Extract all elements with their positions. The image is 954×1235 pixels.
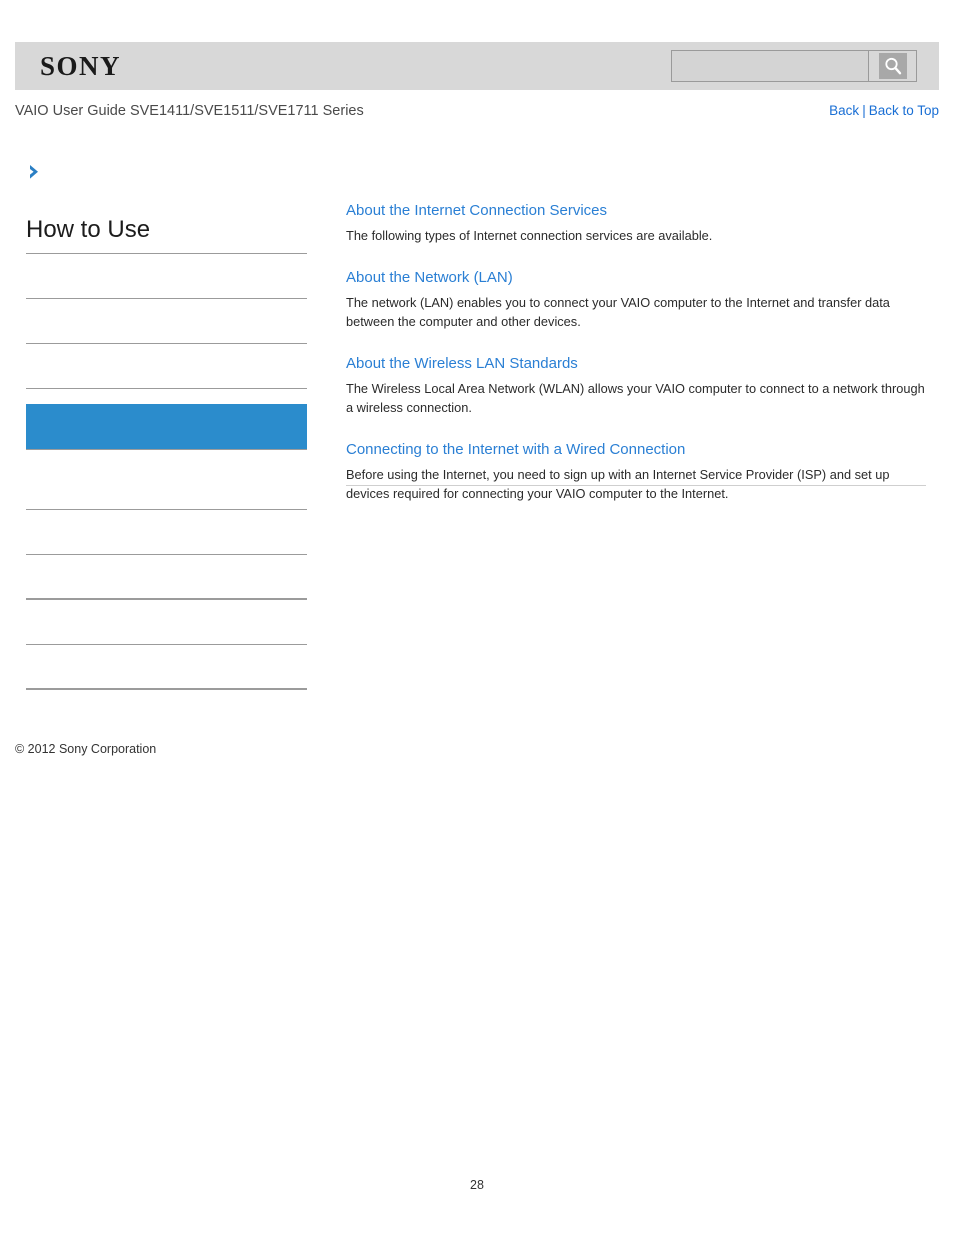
content-entry-description: The following types of Internet connecti… xyxy=(346,228,713,243)
back-to-top-link[interactable]: Back to Top xyxy=(869,103,939,118)
content-divider xyxy=(346,485,926,486)
content-entry-description: The network (LAN) enables you to connect… xyxy=(346,295,890,329)
content-entry-description: The Wireless Local Area Network (WLAN) a… xyxy=(346,381,925,415)
chevron-right-icon[interactable] xyxy=(25,162,45,182)
sidebar-item-3[interactable] xyxy=(26,344,307,389)
content-entry-link[interactable]: About the Network (LAN) xyxy=(346,267,926,289)
back-link[interactable]: Back xyxy=(829,103,859,118)
sidebar-item-7[interactable] xyxy=(26,555,307,600)
content-entry-link[interactable]: About the Internet Connection Services xyxy=(346,200,926,222)
copyright-text: © 2012 Sony Corporation xyxy=(15,742,157,756)
content-entry: About the Wireless LAN Standards The Wir… xyxy=(346,353,926,417)
sidebar-heading: How to Use xyxy=(26,215,307,254)
search-container xyxy=(671,50,917,82)
search-button[interactable] xyxy=(868,51,916,81)
page-number: 28 xyxy=(470,1178,484,1192)
content-entry: Connecting to the Internet with a Wired … xyxy=(346,439,926,503)
sidebar: How to Use xyxy=(26,215,307,690)
sidebar-item-8[interactable] xyxy=(26,600,307,645)
content-entry-link[interactable]: Connecting to the Internet with a Wired … xyxy=(346,439,926,461)
sony-logo: SONY xyxy=(40,51,122,81)
sidebar-item-1[interactable] xyxy=(26,254,307,299)
sidebar-item-2[interactable] xyxy=(26,299,307,344)
search-icon xyxy=(878,53,907,79)
search-input[interactable] xyxy=(672,51,868,81)
content-entry-description: Before using the Internet, you need to s… xyxy=(346,467,890,501)
nav-separator: | xyxy=(862,103,866,118)
sidebar-item-5[interactable] xyxy=(26,465,307,510)
sidebar-item-6[interactable] xyxy=(26,510,307,555)
content-list: About the Internet Connection Services T… xyxy=(346,200,926,503)
content-entry-link[interactable]: About the Wireless LAN Standards xyxy=(346,353,926,375)
sidebar-item-active[interactable] xyxy=(26,404,307,450)
title-row: VAIO User Guide SVE1411/SVE1511/SVE1711 … xyxy=(15,100,939,122)
content-entry: About the Network (LAN) The network (LAN… xyxy=(346,267,926,331)
page-title: VAIO User Guide SVE1411/SVE1511/SVE1711 … xyxy=(15,103,364,119)
header-nav: Back | Back to Top xyxy=(829,100,939,122)
sidebar-item-9[interactable] xyxy=(26,645,307,690)
header-bar: SONY xyxy=(15,42,939,90)
content-entry: About the Internet Connection Services T… xyxy=(346,200,926,245)
